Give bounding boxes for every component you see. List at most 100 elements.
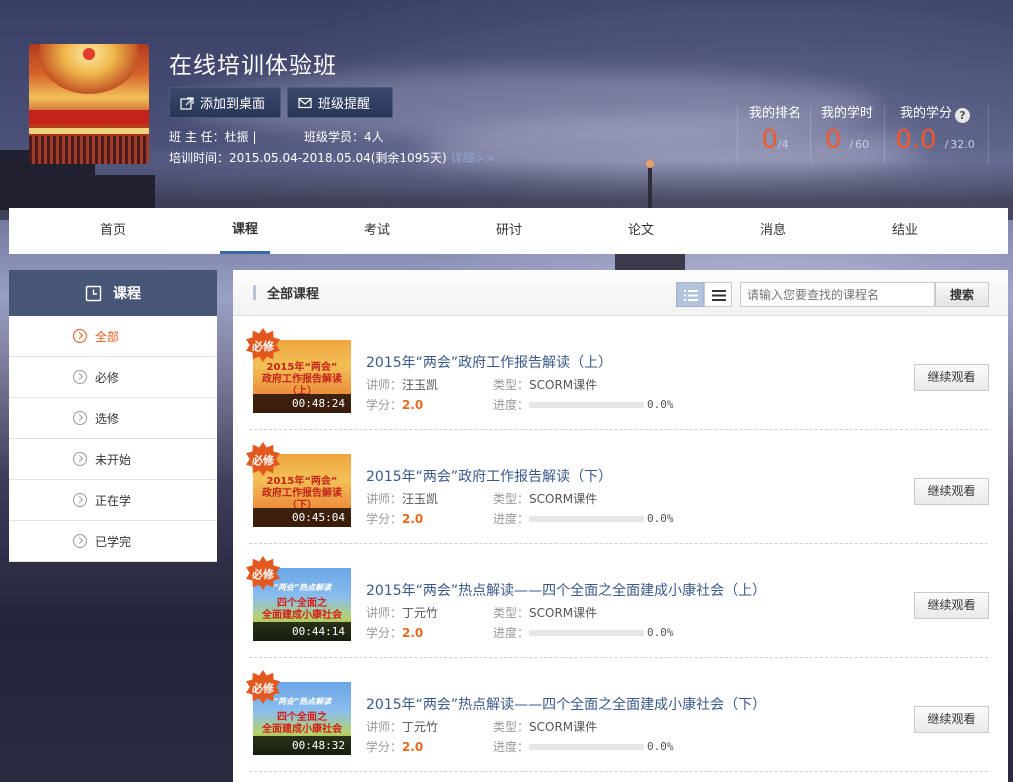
course-search-input[interactable] [740, 282, 935, 307]
required-badge: 必修 [246, 556, 280, 590]
list-view-icon [684, 290, 698, 301]
lecturer-value: 丁元竹 [402, 606, 439, 620]
stat-credits-label-wrap: 我的学分? [885, 105, 985, 123]
class-header: 在线培训体验班 添加到桌面 班级提醒 班 主 任：杜振 | 班级学员：4人 培训… [0, 0, 1013, 208]
sidebar-title: 课程 [113, 286, 141, 302]
course-title[interactable]: 2015年“两会”政府工作报告解读（上） [366, 352, 612, 372]
course-credit: 学分：2.0 [366, 396, 423, 413]
add-to-desktop-button[interactable]: 添加到桌面 [169, 87, 281, 118]
sidebar-item-required[interactable]: 必修 [9, 357, 217, 398]
add-to-desktop-label: 添加到桌面 [200, 97, 266, 112]
nav-discussion[interactable]: 研讨 [474, 208, 544, 254]
progress-label: 进度： [493, 626, 530, 640]
required-badge-label: 必修 [252, 454, 274, 467]
class-cover-image [29, 44, 149, 164]
course-title[interactable]: 2015年“两会”热点解读——四个全面之全面建成小康社会（下） [366, 694, 766, 714]
sidebar-filter-list: 全部 必修 选修 未开始 正在学 已学完 [9, 316, 217, 562]
required-badge: 必修 [246, 442, 280, 476]
sidebar-item-not-started[interactable]: 未开始 [9, 439, 217, 480]
class-teacher: 班 主 任：杜振 | [169, 130, 257, 144]
stat-credits-label: 我的学分 [899, 106, 952, 121]
sidebar-item-label: 选修 [95, 411, 120, 426]
progress-percent: 0.0% [647, 512, 674, 525]
details-link[interactable]: 详细>> [451, 151, 495, 165]
required-badge-label: 必修 [252, 682, 274, 695]
lecturer-value: 汪玉凯 [402, 492, 439, 506]
lecturer-label: 讲师： [366, 492, 403, 506]
continue-watching-button[interactable]: 继续观看 [914, 364, 989, 391]
continue-watching-button[interactable]: 继续观看 [914, 478, 989, 505]
progress-bar [529, 516, 644, 522]
course-type: 类型：SCORM课件 [493, 604, 597, 621]
nav-graduation[interactable]: 结业 [870, 208, 940, 254]
nav-home[interactable]: 首页 [78, 208, 148, 254]
compact-view-toggle[interactable] [704, 282, 732, 307]
course-row: “两会”热点解读 四个全面之 全面建成小康社会 00:48:32 必修 2015… [233, 658, 1008, 772]
lecturer-value: 汪玉凯 [402, 378, 439, 392]
credit-value: 2.0 [402, 398, 424, 412]
sidebar-item-label: 全部 [95, 329, 120, 344]
course-title[interactable]: 2015年“两会”热点解读——四个全面之全面建成小康社会（上） [366, 580, 766, 600]
course-title[interactable]: 2015年“两会”政府工作报告解读（下） [366, 466, 612, 486]
training-period-text: 培训时间：2015.05.04-2018.05.04(剩余1095天) [169, 151, 447, 165]
list-view-toggle[interactable] [676, 282, 704, 307]
sidebar-item-in-progress[interactable]: 正在学 [9, 480, 217, 521]
type-label: 类型： [493, 720, 530, 734]
nav-papers[interactable]: 论文 [606, 208, 676, 254]
class-title: 在线培训体验班 [169, 53, 337, 79]
course-credit: 学分：2.0 [366, 738, 423, 755]
chevron-right-icon [73, 370, 87, 384]
class-members: 班级学员：4人 [304, 130, 384, 144]
sidebar-header: 课程 [9, 270, 217, 316]
chevron-right-icon [73, 452, 87, 466]
thumbnail-text: 全面建成小康社会 [262, 610, 342, 621]
sidebar-item-completed[interactable]: 已学完 [9, 521, 217, 562]
course-credit: 学分：2.0 [366, 510, 423, 527]
type-label: 类型： [493, 378, 530, 392]
sidebar-item-all[interactable]: 全部 [9, 316, 217, 357]
type-value: SCORM课件 [529, 720, 598, 734]
lecturer-value: 丁元竹 [402, 720, 439, 734]
course-lecturer: 讲师：丁元竹 [366, 604, 438, 621]
progress-percent: 0.0% [647, 740, 674, 753]
menu-lines-icon [712, 290, 726, 301]
class-reminder-label: 班级提醒 [318, 97, 371, 112]
lecturer-label: 讲师： [366, 720, 403, 734]
sidebar-item-elective[interactable]: 选修 [9, 398, 217, 439]
help-icon[interactable]: ? [955, 108, 970, 123]
course-duration: 00:48:24 [253, 394, 351, 413]
stat-rank-value: 0 [761, 125, 778, 155]
thumbnail-text: 全面建成小康社会 [262, 724, 342, 735]
chevron-right-icon [73, 411, 87, 425]
nav-messages[interactable]: 消息 [738, 208, 808, 254]
required-badge: 必修 [246, 670, 280, 704]
external-link-icon [180, 96, 194, 110]
type-label: 类型： [493, 606, 530, 620]
credit-value: 2.0 [402, 512, 424, 526]
course-credit: 学分：2.0 [366, 624, 423, 641]
credit-label: 学分： [366, 740, 403, 754]
type-label: 类型： [493, 492, 530, 506]
stat-divider [737, 106, 738, 164]
required-badge-label: 必修 [252, 568, 274, 581]
nav-exams[interactable]: 考试 [342, 208, 412, 254]
stat-hours-total: 60 [855, 138, 870, 151]
continue-watching-button[interactable]: 继续观看 [914, 592, 989, 619]
required-badge: 必修 [246, 328, 280, 362]
stat-hours: 我的学时 0 /60 [811, 105, 883, 157]
stat-rank-total: /4 [777, 138, 789, 151]
stat-credits-sep: / [944, 138, 949, 151]
nav-courses[interactable]: 课程 [210, 208, 280, 254]
stat-hours-sep: / [849, 138, 854, 151]
required-badge-label: 必修 [252, 340, 274, 353]
row-divider [249, 771, 988, 772]
credit-label: 学分： [366, 626, 403, 640]
progress-label: 进度： [493, 398, 530, 412]
course-lecturer: 讲师：汪玉凯 [366, 376, 438, 393]
search-button[interactable]: 搜索 [935, 282, 989, 307]
stat-hours-value: 0 [824, 125, 842, 155]
progress-label: 进度： [493, 740, 530, 754]
class-reminder-button[interactable]: 班级提醒 [287, 87, 393, 118]
continue-watching-button[interactable]: 继续观看 [914, 706, 989, 733]
chevron-right-icon [73, 493, 87, 507]
